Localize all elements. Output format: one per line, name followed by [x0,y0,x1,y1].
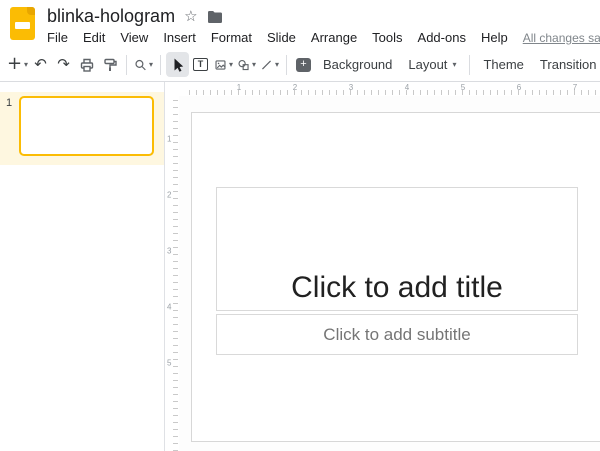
zoom-icon [134,57,147,73]
menu-help[interactable]: Help [481,30,508,45]
menu-arrange[interactable]: Arrange [311,30,357,45]
background-button-label: Background [323,57,392,72]
chevron-down-icon: ▾ [229,61,233,69]
undo-icon: ↶ [34,57,47,72]
title-placeholder-box[interactable]: Click to add title [216,187,578,311]
zoom-button[interactable]: ▾ [132,52,155,77]
title-placeholder-text: Click to add title [291,271,503,305]
redo-button[interactable]: ↷ [52,52,75,77]
insert-comment-button[interactable]: + [292,52,315,77]
undo-button[interactable]: ↶ [29,52,52,77]
paint-format-button[interactable] [98,52,121,77]
menu-slide[interactable]: Slide [267,30,296,45]
select-tool-button[interactable] [166,52,189,77]
plus-icon: + [7,55,22,73]
google-slides-app: blinka-hologram ☆ File Edit View Insert … [0,0,600,451]
workspace: 1 2 3 4 5 6 7 1 2 3 4 5 Click to add title Click t… [165,82,600,451]
layout-button[interactable]: Layout ▾ [400,52,464,78]
ruler-tick-label: 1 [167,135,171,144]
save-status-link[interactable]: All changes saved in Drive [523,31,600,45]
star-icon[interactable]: ☆ [184,9,197,24]
slide-canvas: Click to add title Click to add subtitle [179,96,600,451]
ruler-tick-label: 7 [573,83,577,92]
toolbar: + ▾ ↶ ↷ ▾ [0,48,600,82]
layout-button-label: Layout [408,57,447,72]
ruler-tick-label: 4 [405,83,409,92]
text-box-button[interactable]: T [189,52,212,77]
ruler-tick-label: 3 [167,247,171,256]
menu-insert[interactable]: Insert [163,30,196,45]
toolbar-separator [126,55,127,75]
slide-page: Click to add title Click to add subtitle [191,112,600,442]
header: blinka-hologram ☆ File Edit View Insert … [0,0,600,48]
chevron-down-icon: ▾ [24,61,28,69]
transition-button[interactable]: Transition [532,52,600,78]
ruler-tick-label: 2 [293,83,297,92]
transition-button-label: Transition [540,57,597,72]
subtitle-placeholder-text: Click to add subtitle [323,325,470,345]
vertical-ruler-ticks [173,96,178,451]
comment-icon: + [296,58,311,72]
insert-shape-button[interactable]: ▾ [235,52,258,77]
background-button[interactable]: Background [315,52,400,78]
horizontal-ruler-ticks [189,90,600,95]
chevron-down-icon: ▾ [275,61,279,69]
menu-edit[interactable]: Edit [83,30,105,45]
ruler-tick-label: 3 [349,83,353,92]
ruler-tick-label: 4 [167,303,171,312]
theme-button-label: Theme [483,57,523,72]
insert-line-button[interactable]: ▾ [258,52,281,77]
text-box-icon: T [193,58,208,71]
subtitle-placeholder-box[interactable]: Click to add subtitle [216,314,578,355]
main-body: 1 1 2 3 4 5 6 7 1 2 3 4 5 Click to add title Click… [0,82,600,451]
line-icon [260,57,273,73]
folder-icon [207,10,223,23]
filmstrip-slide-1[interactable]: 1 [0,92,164,165]
toolbar-separator [469,55,470,75]
slide-number: 1 [6,96,19,109]
horizontal-ruler: 1 2 3 4 5 6 7 [179,82,600,96]
paint-roller-icon [102,57,118,73]
ruler-tick-label: 2 [167,191,171,200]
ruler-tick-label: 1 [237,83,241,92]
menu-addons[interactable]: Add-ons [418,30,466,45]
insert-image-button[interactable]: ▾ [212,52,235,77]
ruler-tick-label: 6 [517,83,521,92]
menu-format[interactable]: Format [211,30,252,45]
shape-icon [237,57,250,73]
chevron-down-icon: ▾ [252,61,256,69]
new-slide-button[interactable]: + ▾ [6,52,29,77]
slide-1-thumbnail[interactable] [19,96,154,156]
chevron-down-icon: ▾ [452,61,456,69]
header-main: blinka-hologram ☆ File Edit View Insert … [47,6,590,48]
menu-bar: File Edit View Insert Format Slide Arran… [47,28,590,48]
image-icon [214,57,227,73]
title-row: blinka-hologram ☆ [47,6,590,28]
vertical-ruler: 1 2 3 4 5 [165,96,179,451]
menu-view[interactable]: View [120,30,148,45]
ruler-tick-label: 5 [461,83,465,92]
move-to-folder-button[interactable] [207,10,223,23]
slide-filmstrip: 1 [0,82,165,451]
document-title[interactable]: blinka-hologram [47,6,175,27]
chevron-down-icon: ▾ [149,61,153,69]
toolbar-separator [160,55,161,75]
ruler-tick-label: 5 [167,359,171,368]
menu-file[interactable]: File [47,30,68,45]
print-icon [79,57,95,73]
slides-logo-icon[interactable] [10,7,35,40]
menu-tools[interactable]: Tools [372,30,402,45]
cursor-icon [170,57,186,73]
toolbar-separator [286,55,287,75]
print-button[interactable] [75,52,98,77]
theme-button[interactable]: Theme [475,52,531,78]
redo-icon: ↷ [57,57,70,72]
